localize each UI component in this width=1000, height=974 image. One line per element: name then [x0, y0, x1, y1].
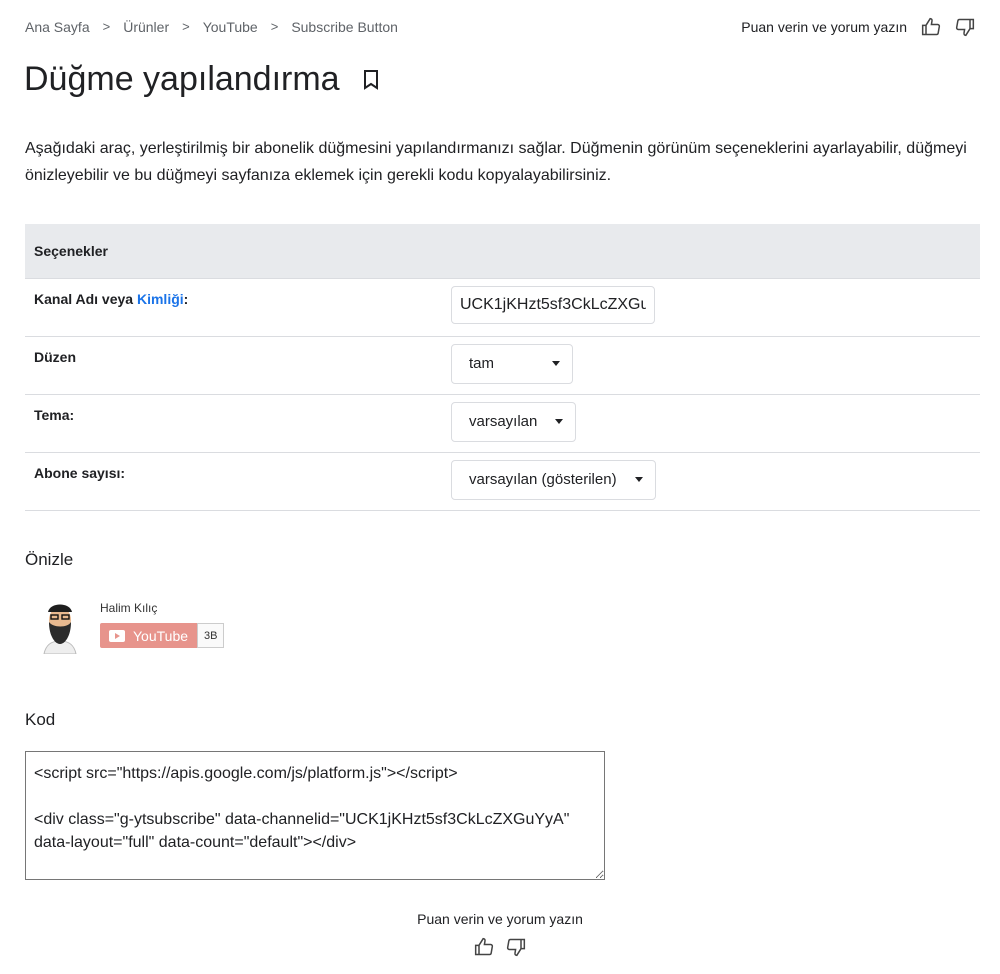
- preview: Halim Kılıç YouTube 3B: [40, 598, 225, 654]
- caret-down-icon: [555, 419, 564, 424]
- table-row: Düzen tam: [25, 336, 980, 395]
- options-header: Seçenekler: [25, 224, 980, 279]
- breadcrumb-home[interactable]: Ana Sayfa: [25, 19, 90, 35]
- thumb-up-icon[interactable]: [921, 17, 941, 37]
- thumb-down-icon[interactable]: [955, 17, 975, 37]
- page-description: Aşağıdaki araç, yerleştirilmiş bir abone…: [25, 140, 967, 184]
- table-row: Abone sayısı: varsayılan (gösterilen): [25, 452, 980, 511]
- table-row: Tema: varsayılan: [25, 394, 980, 453]
- theme-select[interactable]: varsayılan: [451, 401, 577, 442]
- breadcrumb: Ana Sayfa > Ürünler > YouTube > Subscribe B…: [25, 19, 398, 35]
- count-select[interactable]: varsayılan (gösterilen): [451, 459, 656, 500]
- avatar: [43, 604, 77, 654]
- channel-name: Halim Kılıç: [100, 601, 158, 615]
- page-title: Düğme yapılandırma: [24, 60, 340, 98]
- layout-label: Düzen: [25, 336, 451, 395]
- rating-label: Puan verin ve yorum yazın: [417, 911, 583, 927]
- options-table: Seçenekler Kanal Adı veya Kimliği: Düzen…: [25, 224, 980, 511]
- thumb-down-icon[interactable]: [506, 937, 526, 957]
- thumb-up-icon[interactable]: [474, 937, 494, 957]
- bookmark-icon[interactable]: [362, 69, 380, 91]
- table-row: Kanal Adı veya Kimliği:: [25, 278, 980, 337]
- breadcrumb-youtube[interactable]: YouTube: [203, 19, 258, 35]
- channel-label: Kanal Adı veya Kimliği:: [25, 278, 451, 337]
- chevron-right-icon: >: [102, 19, 111, 34]
- caret-down-icon: [552, 361, 560, 366]
- rating-bottom: Puan verin ve yorum yazın: [0, 911, 1000, 957]
- page-title-row: Düğme yapılandırma: [24, 60, 380, 99]
- code-heading: Kod: [25, 710, 56, 729]
- layout-select[interactable]: tam: [451, 343, 573, 384]
- code-textarea[interactable]: <script src="https://apis.google.com/js/…: [25, 751, 605, 880]
- channel-id-input[interactable]: [451, 285, 655, 324]
- chevron-right-icon: >: [270, 19, 279, 34]
- id-link[interactable]: Kimliği: [137, 291, 184, 307]
- theme-label: Tema:: [25, 394, 451, 453]
- preview-heading: Önizle: [25, 550, 74, 569]
- rating-top: Puan verin ve yorum yazın: [741, 17, 975, 37]
- subscribe-button[interactable]: YouTube 3B: [100, 623, 225, 648]
- chevron-right-icon: >: [182, 19, 190, 34]
- rating-label: Puan verin ve yorum yazın: [741, 19, 907, 35]
- breadcrumb-subscribe-button[interactable]: Subscribe Button: [291, 19, 398, 35]
- caret-down-icon: [634, 477, 643, 482]
- youtube-play-icon: [109, 629, 125, 642]
- breadcrumb-products[interactable]: Ürünler: [123, 19, 169, 35]
- subscriber-count: 3B: [197, 623, 225, 648]
- count-label: Abone sayısı:: [25, 452, 451, 511]
